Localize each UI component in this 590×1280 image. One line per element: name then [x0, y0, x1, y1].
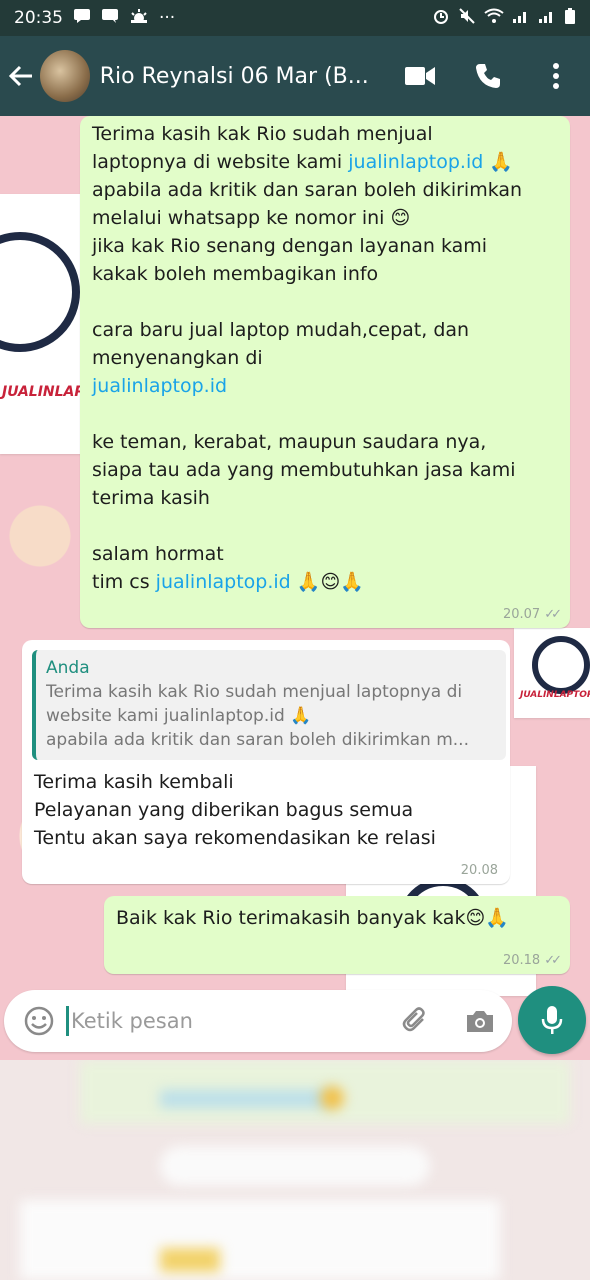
quote-line: apabila ada kritik dan saran boleh dikir… [46, 730, 469, 750]
message-meta: 20.08 [461, 863, 498, 878]
attach-button[interactable] [384, 990, 448, 1052]
message-line: jika kak Rio senang dengan layanan kami [92, 235, 488, 257]
smile-emoji: 😊 [390, 207, 411, 229]
voice-call-button[interactable] [454, 36, 522, 116]
status-bar: 20:35 ··· [0, 0, 590, 36]
camera-icon [467, 1011, 493, 1032]
message-line: laptopnya di website kami jualinlaptop.i… [92, 151, 514, 173]
message-meta: 20.07 ✓✓ [502, 607, 562, 622]
message-time: 20.07 [502, 607, 541, 622]
message-line: jualinlaptop.id [92, 372, 522, 400]
arrow-back-icon [8, 65, 33, 87]
message-time: 20.18 [502, 953, 541, 968]
chat-header: Rio Reynalsi 06 Mar (B... [0, 36, 590, 116]
quote-sender: Anda [46, 658, 90, 678]
sms-icon [73, 8, 91, 29]
blurred-preview [0, 1060, 590, 1280]
message-line: terima kasih [92, 487, 210, 509]
more-notifications: ··· [159, 8, 176, 28]
message-incoming[interactable]: Anda Terima kasih kak Rio sudah menjual … [22, 640, 510, 884]
pray-emoji: 🙏 [489, 151, 514, 173]
wallpaper-logo: JUALINLAPTOP.ID [514, 628, 590, 718]
battery-icon [564, 7, 576, 29]
signal-icon-1 [512, 8, 530, 28]
message-line: Baik kak Rio terimakasih banyak kak😊🙏 [116, 907, 509, 929]
message-field[interactable] [66, 1001, 384, 1041]
message-line: melalui whatsapp ke nomor ini 😊 [92, 207, 411, 229]
message-line: kakak boleh membagikan info [92, 263, 379, 285]
avatar[interactable] [40, 50, 90, 102]
message-line: Tentu akan saya rekomendasikan ke relasi [34, 827, 436, 849]
back-button[interactable] [2, 36, 40, 116]
message-line: siapa tau ada yang membutuhkan jasa kami [92, 459, 516, 481]
message-line: ke teman, kerabat, maupun saudara nya, [92, 431, 487, 453]
quoted-message[interactable]: Anda Terima kasih kak Rio sudah menjual … [32, 650, 506, 760]
message-line: apabila ada kritik dan saran boleh dikir… [92, 179, 523, 201]
paperclip-icon [402, 1007, 425, 1032]
website-link[interactable]: jualinlaptop.id [348, 151, 483, 173]
status-time: 20:35 [14, 8, 63, 28]
chat-area[interactable]: JUALINLAPTOP.ID JUALINLAPTOP.ID Terima k… [0, 116, 590, 1060]
camera-button[interactable] [448, 990, 512, 1052]
message-line: tim cs jualinlaptop.id 🙏😊🙏 [92, 571, 364, 593]
emoji-icon [24, 1006, 54, 1036]
double-check-icon: ✓✓ [544, 953, 562, 968]
wallpaper-logo: JUALINLAPTOP.ID [0, 194, 135, 454]
message-line: cara baru jual laptop mudah,cepat, dan [92, 319, 470, 341]
video-camera-icon [405, 67, 435, 85]
quote-line: website kami jualinlaptop.id 🙏 [46, 706, 312, 726]
double-check-icon: ✓✓ [544, 607, 562, 622]
contact-name[interactable]: Rio Reynalsi 06 Mar (B... [100, 64, 386, 89]
message-composer [4, 990, 512, 1052]
mute-icon [458, 7, 476, 29]
wifi-icon [484, 8, 504, 28]
chat-icon [101, 8, 119, 29]
weather-icon [129, 8, 149, 29]
voice-record-button[interactable] [518, 986, 586, 1054]
message-line: Pelayanan yang diberikan bagus semua [34, 799, 414, 821]
message-line: salam hormat [92, 543, 224, 565]
phone-icon [476, 64, 500, 88]
message-outgoing[interactable]: Terima kasih kak Rio sudah menjual lapto… [80, 116, 570, 628]
signal-icon-2 [538, 8, 556, 28]
alarm-icon [432, 7, 450, 29]
website-link[interactable]: jualinlaptop.id [92, 375, 227, 397]
message-line: Terima kasih kak Rio sudah menjual [92, 123, 433, 145]
text-caret [66, 1006, 69, 1036]
website-link[interactable]: jualinlaptop.id [156, 571, 291, 593]
smile-pray-emoji: 😊🙏 [465, 907, 509, 929]
message-meta: 20.18 ✓✓ [502, 953, 562, 968]
video-call-button[interactable] [386, 36, 454, 116]
more-vert-icon [553, 63, 559, 89]
message-input[interactable] [71, 1009, 271, 1033]
message-outgoing[interactable]: Baik kak Rio terimakasih banyak kak😊🙏 20… [104, 896, 570, 974]
emoji-button[interactable] [12, 990, 66, 1052]
message-line: Terima kasih kembali [34, 771, 234, 793]
message-line: menyenangkan di [92, 347, 263, 369]
quote-line: Terima kasih kak Rio sudah menjual lapto… [46, 682, 463, 702]
microphone-icon [541, 1006, 563, 1034]
message-time: 20.08 [460, 863, 498, 878]
menu-button[interactable] [522, 36, 590, 116]
